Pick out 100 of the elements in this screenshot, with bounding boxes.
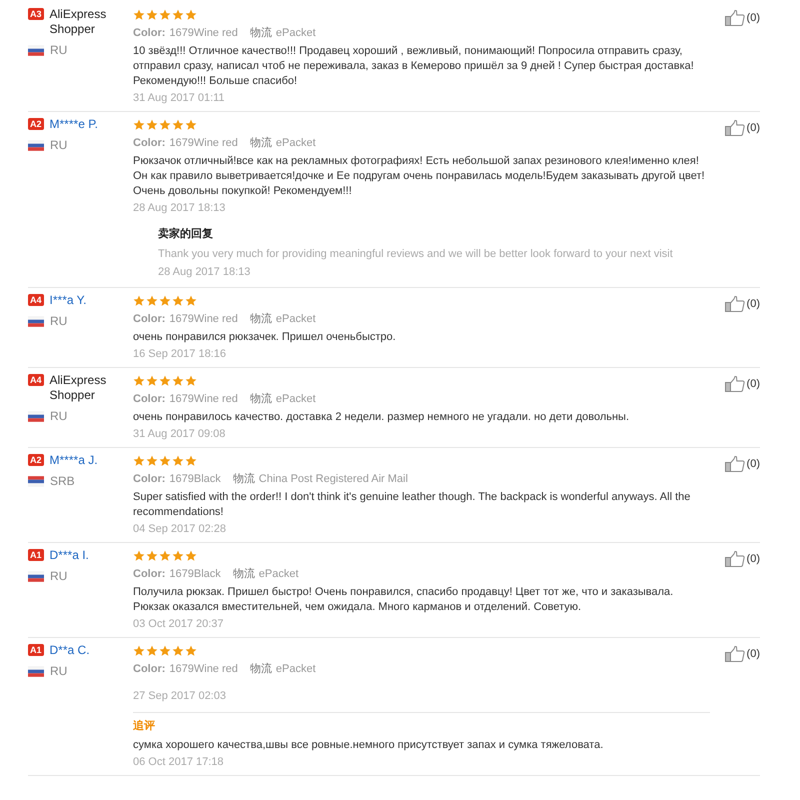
buyer-name[interactable]: M****a J. [50, 453, 98, 468]
buyer-name[interactable]: I***a Y. [50, 293, 86, 308]
thumbs-up-icon[interactable] [724, 120, 745, 136]
level-badge: A4 [28, 294, 44, 306]
like-count: (0) [746, 121, 760, 136]
color-value: 1679Wine red [169, 27, 238, 39]
seller-reply-title: 卖家的回复 [158, 226, 214, 242]
star-icon [172, 645, 184, 657]
star-icon [159, 455, 171, 467]
buyer-name[interactable]: D**a C. [50, 643, 90, 658]
buyer-name: AliExpress Shopper [50, 373, 108, 403]
reply-date: 28 Aug 2017 18:13 [158, 265, 252, 280]
star-icon [185, 119, 197, 131]
thumbs-up-icon[interactable] [724, 296, 745, 312]
color-value: 1679Wine red [169, 137, 238, 149]
star-icon [146, 455, 158, 467]
like-count: (0) [746, 297, 760, 312]
shipping-label: 物流 [250, 137, 272, 149]
shipping-value: ePacket [276, 137, 316, 149]
review-text: Получила рюкзак. Пришел быстро! Очень понравился, спасибо продавцу! Цвет тот же, что и заказывала. Рюкзак оказался вместительней, чем ожидала. Много карманов и отделений. Советую. [133, 585, 674, 615]
color-label: Color: [133, 137, 166, 149]
star-icon [172, 550, 184, 562]
country-code: RU [50, 43, 68, 57]
color-value: 1679Black [169, 568, 221, 580]
review-date: 28 Aug 2017 18:13 [133, 201, 226, 216]
star-icon [133, 375, 145, 387]
like-count: (0) [746, 457, 760, 472]
buyer-name[interactable]: M****e P. [50, 117, 98, 132]
color-label: Color: [133, 393, 166, 405]
thumbs-up-icon[interactable] [724, 10, 745, 26]
buyer-name: AliExpress Shopper [50, 7, 108, 37]
star-icon [172, 119, 184, 131]
star-icon [185, 645, 197, 657]
review-date: 03 Oct 2017 20:37 [133, 617, 225, 632]
shipping-label: 物流 [250, 27, 272, 39]
review-date: 31 Aug 2017 01:11 [133, 91, 226, 106]
color-label: Color: [133, 568, 166, 580]
country-code: RU [50, 314, 68, 328]
star-icon [185, 550, 197, 562]
color-value: 1679Wine red [169, 663, 238, 675]
star-icon [185, 9, 197, 21]
star-icon [185, 295, 197, 307]
review-text: Рюкзачок отличный!все как на рекламных фотографиях! Есть небольшой запах резинового клея!именно клея! Он как правило выветривается!дочке и Ее подругам очень понравилась модель!Будем заказывать другой цвет! Очень довольны покупкой! Рекомендуем!!! [133, 154, 706, 199]
thumbs-up-icon[interactable] [724, 456, 745, 472]
color-value: 1679Wine red [169, 393, 238, 405]
level-badge: A2 [28, 454, 44, 466]
review-text: очень понравилось качество. доставка 2 недели. размер немного не угадали. но дети довольны. [133, 410, 630, 425]
thumbs-up-icon[interactable] [724, 551, 745, 567]
level-badge: A4 [28, 374, 44, 386]
star-icon [133, 455, 145, 467]
star-icon [133, 645, 145, 657]
like-count: (0) [746, 552, 760, 567]
star-icon [159, 9, 171, 21]
review-date: 27 Sep 2017 02:03 [133, 689, 227, 704]
review-text: очень понравился рюкзачек. Пришел оченьбыстро. [133, 330, 397, 345]
color-value: 1679Wine red [169, 313, 238, 325]
level-badge: A3 [28, 8, 44, 20]
followup-title: 追评 [133, 718, 156, 734]
shipping-value: China Post Registered Air Mail [258, 473, 408, 485]
star-icon [159, 295, 171, 307]
star-icon [185, 455, 197, 467]
level-badge: A1 [28, 549, 44, 561]
buyer-name[interactable]: D***a I. [50, 548, 89, 563]
review-date: 04 Sep 2017 02:28 [133, 522, 227, 537]
star-icon [146, 375, 158, 387]
star-icon [172, 455, 184, 467]
color-value: 1679Black [169, 473, 221, 485]
color-label: Color: [133, 473, 166, 485]
level-badge: A2 [28, 118, 44, 130]
color-label: Color: [133, 663, 166, 675]
color-label: Color: [133, 27, 166, 39]
country-code: RU [50, 138, 68, 152]
star-icon [133, 119, 145, 131]
followup-date: 06 Oct 2017 17:18 [133, 755, 225, 770]
star-icon [133, 550, 145, 562]
star-icon [146, 550, 158, 562]
star-icon [146, 119, 158, 131]
shipping-value: ePacket [276, 313, 316, 325]
color-label: Color: [133, 313, 166, 325]
shipping-value: ePacket [276, 663, 316, 675]
followup-text: сумка хорошего качества,швы все ровные.немного присутствует запах и сумка тяжеловата. [133, 738, 604, 753]
country-code: RU [50, 409, 68, 423]
star-icon [185, 375, 197, 387]
star-icon [172, 9, 184, 21]
star-icon [159, 119, 171, 131]
seller-reply-text: Thank you very much for providing meaningful reviews and we will be better look forward to your next visit [158, 247, 674, 262]
star-icon [159, 375, 171, 387]
thumbs-up-icon[interactable] [724, 376, 745, 392]
star-icon [146, 295, 158, 307]
star-icon [172, 375, 184, 387]
review-date: 31 Aug 2017 09:08 [133, 427, 226, 442]
shipping-value: ePacket [276, 27, 316, 39]
level-badge: A1 [28, 644, 44, 656]
thumbs-up-icon[interactable] [724, 646, 745, 662]
review-text: 10 звёзд!!! Отличное качество!!! Продавец хороший , вежливый, понимающий! Попросила отправить сразу, отправил сразу, написал чтоб не переживала, заказ в Кемерово пришёл за 9 дней ! Супер быстрая доставка! Рекомендую!!! Больше спасибо! [133, 44, 695, 89]
country-code: SRB [50, 474, 75, 488]
star-icon [172, 295, 184, 307]
like-count: (0) [746, 11, 760, 26]
shipping-label: 物流 [250, 313, 272, 325]
shipping-label: 物流 [250, 393, 272, 405]
